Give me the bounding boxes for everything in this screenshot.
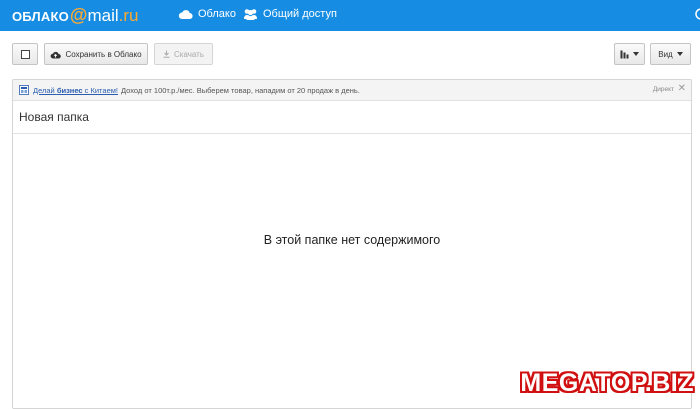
ad-link-bold: бизнес (56, 85, 83, 95)
logo-text-ru: .ru (118, 6, 139, 25)
folder-title: Новая папка (19, 110, 89, 124)
logo[interactable]: ОБЛАКО @ mail .ru (12, 6, 138, 26)
partial-icon[interactable] (694, 7, 700, 21)
view-label: Вид (658, 49, 673, 59)
cloud-icon (178, 9, 193, 19)
save-to-cloud-label: Сохранить в Облако (65, 49, 142, 59)
nav-shared-label: Общий доступ (263, 8, 337, 20)
ad-banner: Делай бизнес с Китаем! Доход от 100т.р./… (13, 80, 691, 101)
users-icon (244, 9, 257, 20)
logo-text-oblako: ОБЛАКО (12, 9, 69, 24)
top-bar: ОБЛАКО @ mail .ru Облако Общий доступ (0, 0, 700, 31)
cloud-upload-icon (51, 51, 62, 59)
download-icon (163, 50, 170, 58)
ad-text: Доход от 100т.р./мес. Выберем товар, нап… (121, 85, 360, 95)
ad-icon (19, 85, 29, 95)
select-all-button[interactable] (12, 43, 38, 65)
nav-cloud[interactable]: Облако (178, 8, 236, 20)
sort-button[interactable] (614, 43, 645, 65)
download-button[interactable]: Скачать (154, 43, 213, 65)
download-label: Скачать (174, 49, 204, 59)
watermark: MEGATOP.BIZ (520, 369, 694, 397)
view-button[interactable]: Вид (650, 43, 691, 65)
divider (13, 133, 691, 134)
close-icon[interactable]: ✕ (678, 83, 686, 94)
sort-icon (620, 50, 629, 58)
ad-link-prefix: Делай (33, 85, 57, 95)
nav-cloud-label: Облако (198, 8, 236, 20)
checkbox-icon (20, 49, 30, 59)
chevron-down-icon (633, 52, 639, 56)
logo-text-mail: mail (87, 6, 119, 25)
chevron-down-icon (676, 52, 683, 56)
nav-shared-access[interactable]: Общий доступ (243, 8, 337, 20)
logo-at: @ (69, 5, 88, 25)
empty-folder-message: В этой папке нет содержимого (263, 233, 441, 247)
folder-panel: Делай бизнес с Китаем! Доход от 100т.р./… (12, 79, 692, 409)
save-to-cloud-button[interactable]: Сохранить в Облако (44, 43, 148, 65)
ad-link-suffix: с Китаем! (82, 85, 118, 95)
ad-link[interactable]: Делай бизнес с Китаем! (33, 86, 118, 95)
ad-source[interactable]: Директ (653, 86, 674, 93)
